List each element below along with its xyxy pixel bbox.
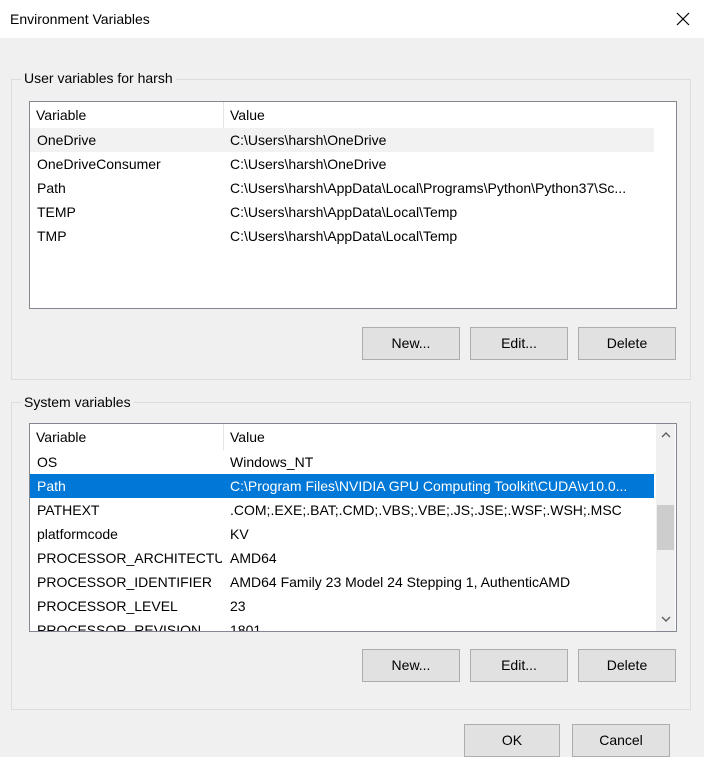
close-icon [676, 12, 690, 26]
window-title: Environment Variables [10, 11, 150, 27]
system-rows: OS Windows_NT Path C:\Program Files\NVIDIA … [30, 450, 654, 632]
variable-cell: TMP [37, 228, 67, 244]
value-cell: 23 [230, 598, 246, 614]
value-cell: .COM;.EXE;.BAT;.CMD;.VBS;.VBE;.JS;.JSE;.… [230, 502, 622, 518]
table-row[interactable]: TEMP C:\Users\harsh\AppData\Local\Temp [30, 200, 654, 224]
system-edit-button[interactable]: Edit... [470, 649, 568, 682]
value-cell: 1801 [230, 622, 262, 632]
value-cell: C:\Users\harsh\AppData\Local\Temp [230, 228, 458, 244]
variable-cell: platformcode [37, 526, 118, 542]
ok-label: OK [501, 732, 523, 748]
system-new-label: New... [391, 657, 431, 673]
table-row[interactable]: PROCESSOR_ARCHITECTU... AMD64 [30, 546, 654, 570]
user-variables-list[interactable]: Variable Value OneDrive C:\Users\harsh\On… [29, 101, 677, 309]
user-variables-label: User variables for harsh [21, 70, 176, 86]
value-cell: KV [230, 526, 249, 542]
system-list-header: Variable Value [30, 424, 676, 450]
system-variables-list[interactable]: Variable Value OS Windows_NT Path C:\Progra… [29, 423, 677, 632]
table-row[interactable]: TMP C:\Users\harsh\AppData\Local\Temp [30, 224, 654, 248]
column-header-value[interactable]: Value [224, 424, 654, 450]
scroll-down-button[interactable] [657, 610, 674, 627]
value-cell: AMD64 Family 23 Model 24 Stepping 1, Aut… [230, 574, 571, 590]
table-row[interactable]: PATHEXT .COM;.EXE;.BAT;.CMD;.VBS;.VBE;.JS… [30, 498, 654, 522]
table-row[interactable]: OS Windows_NT [30, 450, 654, 474]
variable-cell: PROCESSOR_ARCHITECTU... [37, 550, 222, 566]
variable-cell: PROCESSOR_LEVEL [37, 598, 178, 614]
title-bar: Environment Variables [0, 0, 704, 38]
table-row[interactable]: Path C:\Users\harsh\AppData\Local\Program… [30, 176, 654, 200]
table-row[interactable]: platformcode KV [30, 522, 654, 546]
scroll-up-button[interactable] [657, 426, 674, 443]
variable-cell: PROCESSOR_REVISION [37, 622, 202, 632]
value-cell: C:\Program Files\NVIDIA GPU Computing To… [230, 478, 628, 494]
variable-cell: PROCESSOR_IDENTIFIER [37, 574, 213, 590]
user-delete-label: Delete [606, 335, 648, 351]
variable-cell: OneDrive [37, 132, 97, 148]
system-delete-button[interactable]: Delete [578, 649, 676, 682]
system-new-button[interactable]: New... [362, 649, 460, 682]
user-new-label: New... [391, 335, 431, 351]
table-row[interactable]: OneDrive C:\Users\harsh\OneDrive [30, 128, 654, 152]
variable-cell: Path [37, 180, 66, 196]
user-edit-label: Edit... [501, 335, 537, 351]
user-delete-button[interactable]: Delete [578, 327, 676, 360]
user-list-header: Variable Value [30, 102, 676, 128]
table-row[interactable]: OneDriveConsumer C:\Users\harsh\OneDrive [30, 152, 654, 176]
table-row[interactable]: PROCESSOR_IDENTIFIER AMD64 Family 23 Mode… [30, 570, 654, 594]
ok-button[interactable]: OK [464, 724, 560, 757]
user-rows: OneDrive C:\Users\harsh\OneDrive OneDriveC… [30, 128, 654, 248]
column-header-variable[interactable]: Variable [30, 102, 224, 128]
column-header-value[interactable]: Value [224, 102, 654, 128]
table-row[interactable]: Path C:\Program Files\NVIDIA GPU Computin… [30, 474, 654, 498]
value-cell: Windows_NT [230, 454, 314, 470]
chevron-down-icon [661, 616, 670, 622]
table-row[interactable]: PROCESSOR_LEVEL 23 [30, 594, 654, 618]
value-cell: C:\Users\harsh\AppData\Local\Temp [230, 204, 458, 220]
variable-cell: OS [37, 454, 58, 470]
value-cell: C:\Users\harsh\OneDrive [230, 132, 387, 148]
system-variables-label: System variables [21, 394, 134, 410]
chevron-up-icon [661, 431, 670, 437]
variable-cell: PATHEXT [37, 502, 100, 518]
system-edit-label: Edit... [501, 657, 537, 673]
cancel-label: Cancel [599, 732, 643, 748]
variable-cell: TEMP [37, 204, 76, 220]
variable-cell: OneDriveConsumer [37, 156, 161, 172]
system-delete-label: Delete [606, 657, 648, 673]
user-edit-button[interactable]: Edit... [470, 327, 568, 360]
value-cell: C:\Users\harsh\OneDrive [230, 156, 387, 172]
column-header-variable[interactable]: Variable [30, 424, 224, 450]
close-button[interactable] [670, 6, 696, 32]
scroll-thumb[interactable] [657, 505, 674, 550]
cancel-button[interactable]: Cancel [572, 724, 670, 757]
variable-cell: Path [37, 478, 66, 494]
value-cell: AMD64 [230, 550, 277, 566]
system-list-scrollbar[interactable] [656, 424, 675, 631]
user-new-button[interactable]: New... [362, 327, 460, 360]
table-row[interactable]: PROCESSOR_REVISION 1801 [30, 618, 654, 632]
value-cell: C:\Users\harsh\AppData\Local\Programs\Py… [230, 180, 627, 196]
